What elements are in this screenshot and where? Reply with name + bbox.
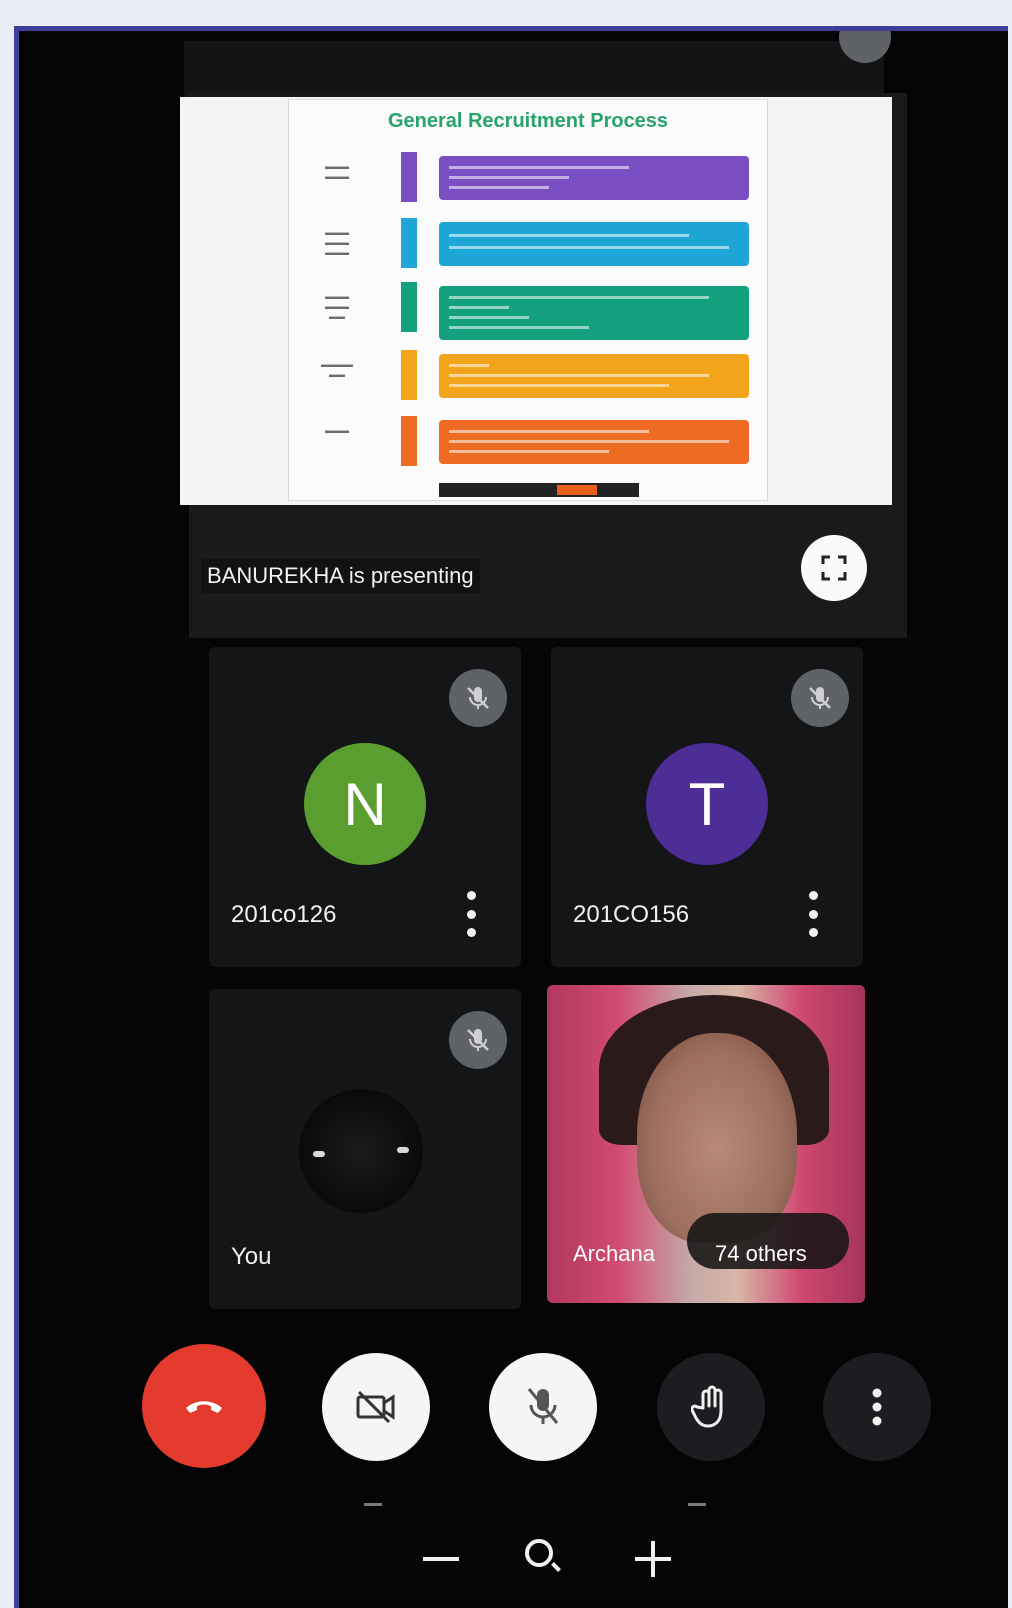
participant-name: 201CO156 — [573, 901, 690, 928]
avatar: T — [646, 743, 768, 865]
participant-video-tile[interactable]: Archana 74 others — [547, 985, 865, 1303]
step-node — [401, 282, 417, 332]
step-node — [401, 416, 417, 466]
fullscreen-icon — [821, 555, 847, 581]
participant-name: 201co126 — [231, 901, 337, 928]
camera-toggle-button[interactable] — [322, 1353, 430, 1461]
more-options-button[interactable] — [823, 1353, 931, 1461]
step-box — [439, 420, 749, 464]
step-label-placeholder: ▬▬▬▬▬▬ — [325, 162, 349, 181]
process-step: ▬▬▬▬▬▬ — [289, 152, 767, 208]
muted-indicator — [449, 669, 507, 727]
step-node — [401, 350, 417, 400]
step-label-placeholder: ▬▬▬▬▬▬ — [321, 360, 353, 379]
mic-off-icon — [809, 687, 831, 709]
participant-more-button[interactable] — [803, 891, 823, 937]
participant-name: Archana — [573, 1241, 655, 1266]
end-call-button[interactable] — [142, 1344, 266, 1468]
step-node — [401, 152, 417, 202]
participant-tile[interactable]: T 201CO156 — [551, 647, 863, 967]
process-step: ▬▬▬▬▬▬ — [289, 350, 767, 406]
mic-toggle-button[interactable] — [489, 1353, 597, 1461]
camera-off-icon — [356, 1390, 395, 1424]
zoom-controls — [399, 1525, 699, 1595]
raise-hand-icon — [691, 1385, 723, 1428]
step-box — [439, 222, 749, 266]
zoom-reset-icon[interactable] — [525, 1539, 553, 1567]
step-label-placeholder: ▬▬▬ — [325, 426, 349, 435]
mic-off-icon — [527, 1388, 559, 1424]
fullscreen-button[interactable] — [801, 535, 867, 601]
step-label-placeholder: ▬▬▬ ▬▬▬ ▬▬ — [325, 292, 349, 321]
mic-off-icon — [467, 687, 489, 709]
top-bar — [184, 41, 884, 101]
participant-more-button[interactable] — [461, 891, 481, 937]
step-box — [439, 156, 749, 200]
slide-footer-bar — [439, 483, 639, 497]
others-count: 74 others — [715, 1241, 807, 1266]
participant-tile[interactable]: N 201co126 — [209, 647, 521, 967]
divider — [364, 1503, 382, 1506]
muted-indicator — [449, 1011, 507, 1069]
zoom-in-icon-vertical — [651, 1541, 655, 1577]
more-vertical-icon — [872, 1388, 882, 1426]
divider — [688, 1503, 706, 1506]
process-step: ▬▬▬ ▬▬▬ ▬▬▬ — [289, 218, 767, 274]
participant-name: You — [231, 1243, 272, 1270]
self-tile[interactable]: You — [209, 989, 521, 1309]
end-call-icon — [186, 1401, 222, 1413]
presenting-label: BANUREKHA is presenting — [201, 559, 480, 593]
self-camera-preview — [299, 1089, 423, 1213]
step-box — [439, 286, 749, 340]
zoom-out-icon[interactable] — [423, 1557, 459, 1561]
meeting-screen: General Recruitment Process ▬▬▬ ▬▬▬ ▬▬▬ ▬▬… — [14, 26, 1008, 1608]
mic-off-icon — [467, 1029, 489, 1051]
step-box — [439, 354, 749, 398]
shared-slide: General Recruitment Process ▬▬▬ ▬▬▬ ▬▬▬ ▬▬… — [180, 97, 892, 505]
step-node — [401, 218, 417, 268]
step-label-placeholder: ▬▬▬ ▬▬▬ ▬▬▬ — [325, 228, 349, 257]
raise-hand-button[interactable] — [657, 1353, 765, 1461]
slide-title: General Recruitment Process — [387, 110, 669, 132]
process-step: ▬▬▬ — [289, 416, 767, 472]
muted-indicator — [791, 669, 849, 727]
avatar: N — [304, 743, 426, 865]
process-step: ▬▬▬ ▬▬▬ ▬▬ — [289, 282, 767, 340]
participant-video-face — [637, 1033, 797, 1243]
slide-content: General Recruitment Process ▬▬▬ ▬▬▬ ▬▬▬ ▬▬… — [288, 99, 768, 501]
